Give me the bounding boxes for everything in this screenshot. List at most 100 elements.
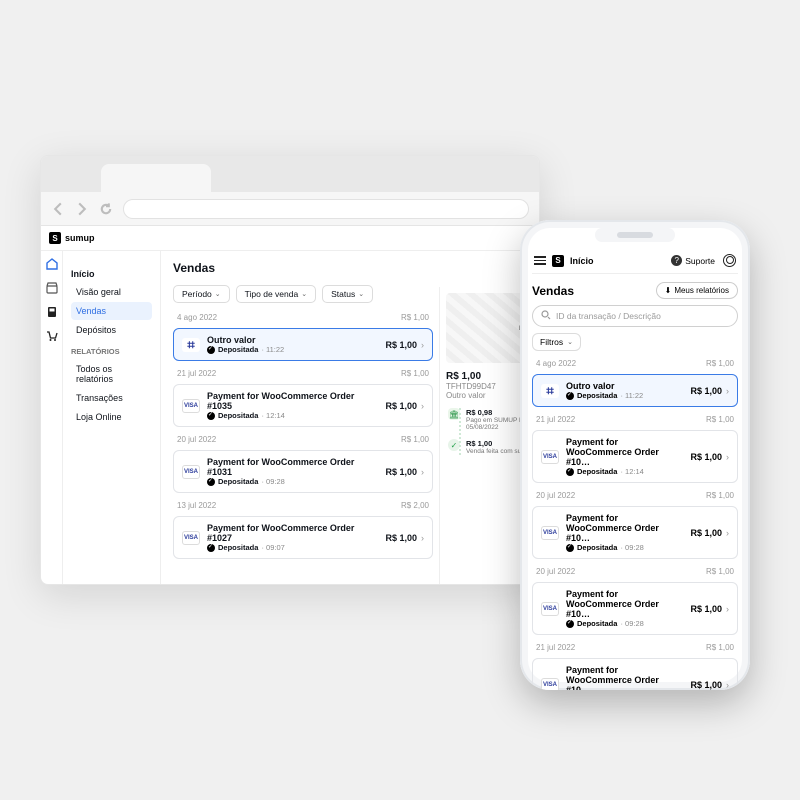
sale-row[interactable]: ⌗Outro valorDepositada · 11:22R$ 1,00 — [173, 328, 433, 361]
filter-period[interactable]: Período⌄ — [173, 285, 230, 303]
date-header: 4 ago 2022R$ 1,00 — [173, 313, 433, 322]
sale-title: Payment for WooCommerce Order #10… — [566, 513, 683, 543]
sale-title: Payment for WooCommerce Order #10… — [566, 665, 683, 690]
sale-time: · 09:28 — [620, 619, 643, 628]
chevron-down-icon: ⌄ — [358, 290, 364, 298]
status-check-icon — [207, 412, 215, 420]
phone-frame: S Início ?Suporte Vendas ⬇Meus relatório… — [520, 220, 750, 690]
visa-card-icon: VISA — [182, 531, 200, 545]
card-reader-icon[interactable] — [45, 305, 59, 319]
sale-status: Depositada — [218, 411, 258, 420]
sale-title: Outro valor — [566, 381, 683, 391]
sale-time: · 09:07 — [261, 543, 284, 552]
sale-time: · 09:28 — [620, 543, 643, 552]
date-header: 21 jul 2022R$ 1,00 — [532, 643, 738, 652]
sale-amount: R$ 1,00 — [385, 467, 424, 477]
mobile-header-title: Início — [570, 256, 594, 266]
back-icon[interactable] — [51, 202, 65, 216]
search-placeholder: ID da transação / Descrição — [556, 311, 661, 321]
sale-time: · 09:28 — [261, 477, 284, 486]
app-header: S sumup — [41, 226, 539, 251]
page-title: Vendas — [532, 284, 574, 298]
menu-icon[interactable] — [534, 256, 546, 265]
sale-status: Depositada — [218, 543, 258, 552]
reload-icon[interactable] — [99, 202, 113, 216]
chevron-down-icon: ⌄ — [567, 338, 573, 346]
page-title: Vendas — [173, 261, 527, 275]
date-header: 21 jul 2022R$ 1,00 — [532, 415, 738, 424]
sale-time: · 11:22 — [620, 391, 643, 400]
browser-toolbar — [41, 192, 539, 226]
sale-row[interactable]: VISA Payment for WooCommerce Order #1027D… — [173, 516, 433, 559]
browser-tab-strip — [41, 156, 539, 192]
visa-card-icon: VISA — [182, 465, 200, 479]
sidebar-item[interactable]: Vendas — [71, 302, 152, 320]
sidebar: Início Visão geralVendasDepósitos RELATÓ… — [63, 251, 161, 585]
sale-row[interactable]: VISA Payment for WooCommerce Order #10…De… — [532, 506, 738, 559]
icon-rail — [41, 251, 63, 585]
visa-card-icon: VISA — [182, 399, 200, 413]
sale-time: · 12:14 — [620, 467, 643, 476]
date-header: 4 ago 2022R$ 1,00 — [532, 359, 738, 368]
filter-status[interactable]: Status⌄ — [322, 285, 373, 303]
sidebar-section-inicio: Início — [71, 269, 152, 279]
browser-window: S sumup Início Visão geralVendasDepósito… — [40, 155, 540, 585]
date-header: 20 jul 2022R$ 1,00 — [173, 435, 433, 444]
sidebar-item[interactable]: Transações — [71, 389, 152, 407]
date-header: 20 jul 2022R$ 1,00 — [532, 567, 738, 576]
store-icon[interactable] — [45, 281, 59, 295]
sale-amount: R$ 1,00 — [385, 401, 424, 411]
sale-status: Depositada — [577, 543, 617, 552]
profile-icon[interactable] — [723, 254, 736, 267]
sale-amount: R$ 1,00 — [690, 386, 729, 396]
sale-row[interactable]: VISA Payment for WooCommerce Order #1031D… — [173, 450, 433, 493]
sale-row[interactable]: VISAPayment for WooCommerce Order #10…De… — [532, 658, 738, 690]
cart-icon[interactable] — [45, 329, 59, 343]
status-check-icon — [566, 468, 574, 476]
status-check-icon — [566, 620, 574, 628]
chevron-down-icon: ⌄ — [215, 290, 221, 298]
support-link[interactable]: ?Suporte — [671, 255, 715, 266]
sale-status: Depositada — [218, 477, 258, 486]
sale-row[interactable]: VISAPayment for WooCommerce Order #10…De… — [532, 582, 738, 635]
home-icon[interactable] — [45, 257, 59, 271]
date-header: 21 jul 2022R$ 1,00 — [173, 369, 433, 378]
status-check-icon — [207, 544, 215, 552]
sale-amount: R$ 1,00 — [385, 340, 424, 350]
sale-amount: R$ 1,00 — [690, 452, 729, 462]
sale-title: Payment for WooCommerce Order #10… — [566, 589, 683, 619]
sale-status: Depositada — [577, 391, 617, 400]
search-icon — [541, 310, 551, 322]
sidebar-item[interactable]: Todos os relatórios — [71, 360, 152, 388]
brand-badge-icon: S — [552, 255, 564, 267]
sale-title: Payment for WooCommerce Order #1035 — [207, 391, 378, 411]
sale-row[interactable]: VISAPayment for WooCommerce Order #10…De… — [532, 430, 738, 483]
sale-row[interactable]: ⌗Outro valorDepositada · 11:22R$ 1,00 — [532, 374, 738, 407]
phone-notch — [595, 228, 675, 242]
visa-card-icon: VISA — [541, 526, 559, 540]
my-reports-button[interactable]: ⬇Meus relatórios — [656, 282, 738, 299]
sale-time: · 12:14 — [261, 411, 284, 420]
sidebar-item[interactable]: Loja Online — [71, 408, 152, 426]
filters-dropdown[interactable]: Filtros⌄ — [532, 333, 581, 351]
forward-icon[interactable] — [75, 202, 89, 216]
visa-card-icon: VISA — [541, 450, 559, 464]
sidebar-item[interactable]: Depósitos — [71, 321, 152, 339]
visa-card-icon: VISA — [541, 678, 559, 691]
sale-title: Payment for WooCommerce Order #1031 — [207, 457, 378, 477]
status-check-icon — [207, 478, 215, 486]
sale-title: Outro valor — [207, 335, 378, 345]
search-input[interactable]: ID da transação / Descrição — [532, 305, 738, 327]
address-bar[interactable] — [123, 199, 529, 219]
sale-row[interactable]: VISA Payment for WooCommerce Order #1035D… — [173, 384, 433, 427]
sidebar-item[interactable]: Visão geral — [71, 283, 152, 301]
sale-title: Payment for WooCommerce Order #1027 — [207, 523, 378, 543]
sale-amount: R$ 1,00 — [690, 680, 729, 690]
sale-amount: R$ 1,00 — [690, 528, 729, 538]
sale-amount: R$ 1,00 — [690, 604, 729, 614]
qr-icon: ⌗ — [182, 338, 200, 352]
sale-status: Depositada — [218, 345, 258, 354]
filter-type[interactable]: Tipo de venda⌄ — [236, 285, 316, 303]
browser-tab[interactable] — [101, 164, 211, 192]
status-check-icon — [566, 392, 574, 400]
